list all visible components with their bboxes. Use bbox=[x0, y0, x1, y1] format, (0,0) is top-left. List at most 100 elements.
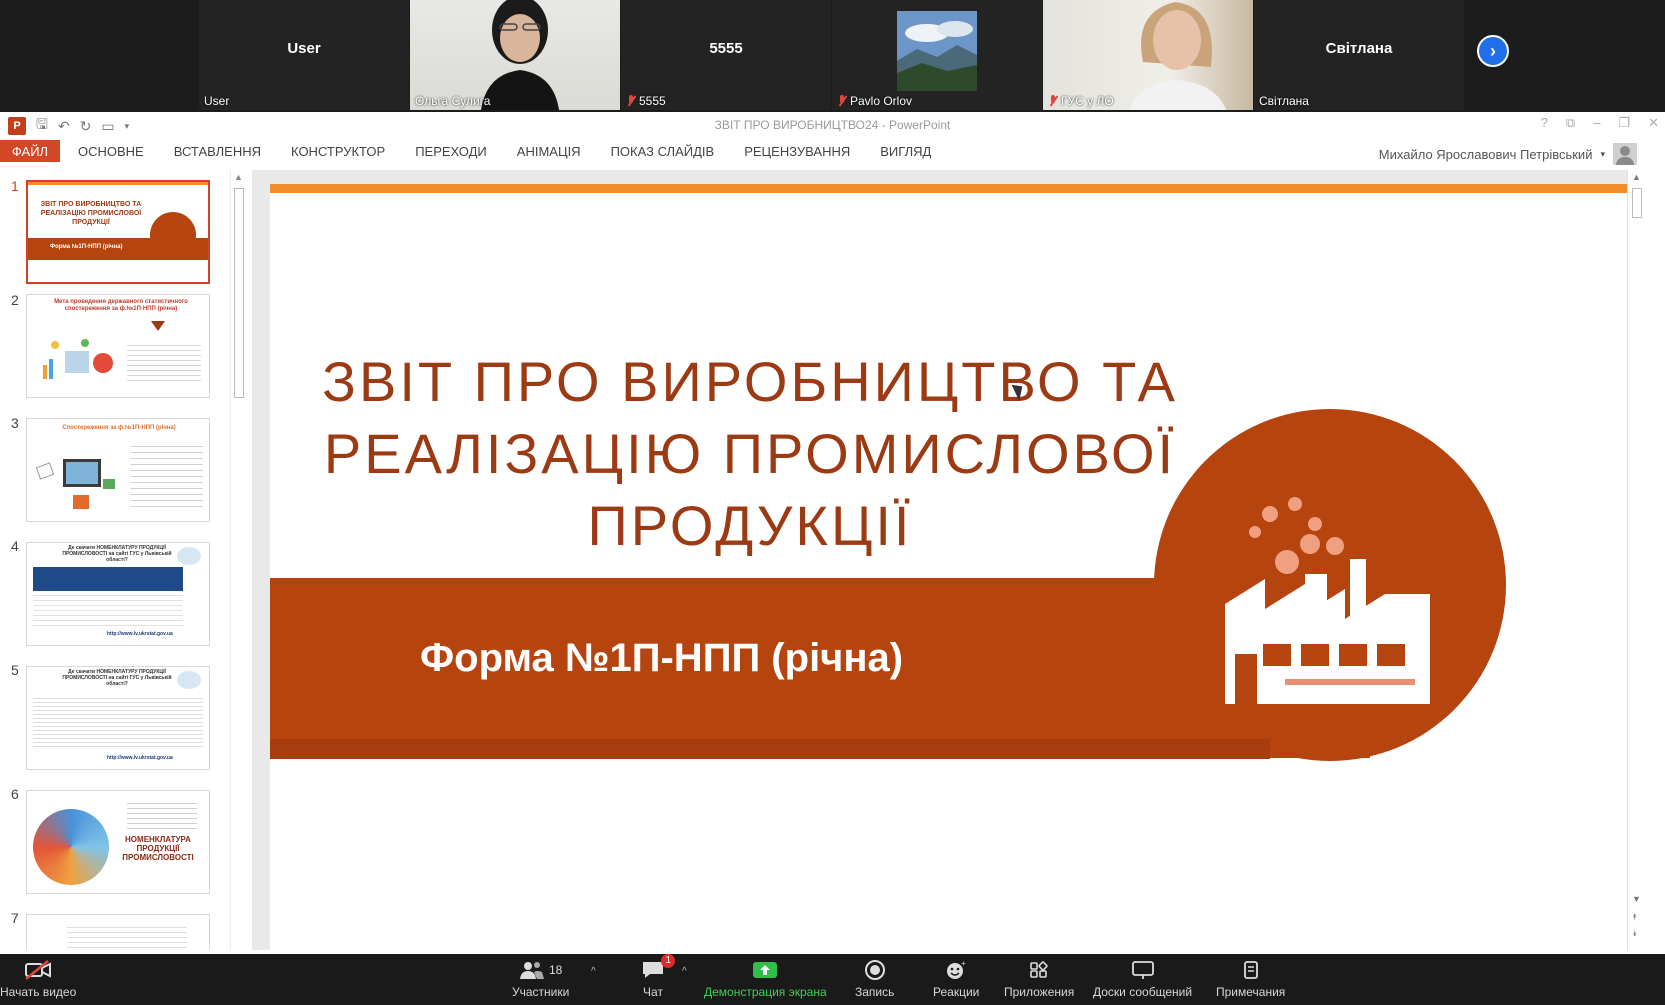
participants-button[interactable]: 18 Участники bbox=[512, 960, 569, 999]
slide-title-line-3: ПРОДУКЦІЇ bbox=[587, 494, 913, 557]
record-button[interactable]: Запись bbox=[855, 960, 894, 999]
thumbnail-slide-4[interactable]: Де скачати НОМЕНКЛАТУРУ ПРОДУКЦІЇ ПРОМИС… bbox=[26, 542, 210, 646]
participant-label-text: User bbox=[204, 94, 230, 108]
share-screen-button[interactable]: Демонстрация экрана bbox=[704, 960, 827, 999]
participant-label-text: Ольга Сулига bbox=[415, 94, 491, 108]
powerpoint-window: P 🖫 ↶ ↻ ▭ ▾ ЗВІТ ПРО ВИРОБНИЦТВО24 - Pow… bbox=[0, 112, 1665, 954]
chevron-right-icon[interactable]: › bbox=[1477, 35, 1509, 67]
scroll-down-icon[interactable]: ▼ bbox=[1632, 894, 1641, 904]
thumbnail-number: 6 bbox=[11, 786, 19, 802]
participant-label-text: Pavlo Orlov bbox=[850, 94, 913, 108]
ribbon-display-icon[interactable]: ⧉ bbox=[1566, 115, 1575, 131]
chevron-up-icon[interactable]: ^ bbox=[591, 966, 596, 977]
thumbnail-title: Мета проведення державного статистичного… bbox=[54, 299, 188, 312]
participant-name-center: Світлана bbox=[1325, 40, 1393, 57]
help-icon[interactable]: ? bbox=[1541, 115, 1548, 131]
thumbnail-slide-5[interactable]: Де скачати НОМЕНКЛАТУРУ ПРОДУКЦІЇ ПРОМИС… bbox=[26, 666, 210, 770]
thumbnail-accent bbox=[28, 182, 208, 185]
chevron-down-icon: ▾ bbox=[1600, 148, 1605, 159]
whiteboard-icon bbox=[1131, 960, 1155, 980]
next-slide-icon[interactable]: ⯯ bbox=[1632, 928, 1637, 939]
participant-tile-olga[interactable]: Ольга Сулига bbox=[410, 0, 620, 110]
avatar bbox=[1613, 143, 1637, 165]
participant-label: User bbox=[204, 94, 229, 108]
notes-label: Примечания bbox=[1216, 985, 1286, 999]
person-video-image bbox=[1129, 2, 1226, 110]
scroll-up-icon[interactable]: ▲ bbox=[234, 172, 243, 182]
previous-slide-icon[interactable]: ⯭ bbox=[1632, 912, 1637, 923]
tab-design[interactable]: КОНСТРУКТОР bbox=[291, 144, 385, 159]
chat-button[interactable]: 1 Чат bbox=[641, 954, 675, 999]
minimize-icon[interactable]: – bbox=[1593, 115, 1600, 131]
account-area[interactable]: Михайло Ярославович Петрівський ▾ bbox=[1379, 143, 1637, 165]
slide-band-shadow bbox=[270, 739, 1270, 759]
restore-icon[interactable]: ❐ bbox=[1618, 115, 1630, 131]
participant-label: 5555 bbox=[626, 94, 666, 108]
participant-tile-svitlana[interactable]: Світлана Світлана bbox=[1254, 0, 1464, 110]
thumbnail-slide-7[interactable] bbox=[26, 914, 210, 950]
participant-tile-5555[interactable]: 5555 5555 bbox=[621, 0, 831, 110]
thumbnail-slide-1[interactable]: ЗВІТ ПРО ВИРОБНИЦТВО ТА РЕАЛІЗАЦІЮ ПРОМИ… bbox=[26, 180, 210, 284]
thumbnail-number: 7 bbox=[11, 910, 19, 926]
tab-review[interactable]: РЕЦЕНЗУВАННЯ bbox=[744, 144, 850, 159]
close-icon[interactable]: ✕ bbox=[1648, 115, 1659, 131]
thumbnail-scrollbar[interactable]: ▲ bbox=[230, 170, 246, 950]
participant-label-text: Світлана bbox=[1259, 94, 1309, 108]
thumbnail-title: НОМЕНКЛАТУРА ПРОДУКЦІЇ ПРОМИСЛОВОСТІ bbox=[122, 835, 194, 862]
participant-name-center: User bbox=[287, 40, 321, 57]
editor-scrollbar[interactable]: ▲ ▼ ⯭ ⯯ bbox=[1627, 170, 1645, 950]
tab-view[interactable]: ВИГЛЯД bbox=[880, 144, 931, 159]
record-icon bbox=[864, 960, 886, 980]
muted-mic-icon bbox=[1048, 95, 1058, 107]
workspace-illustration bbox=[35, 459, 115, 509]
participant-tile-user[interactable]: User User bbox=[199, 0, 409, 110]
thumbnail-url: http://www.lv.ukrstat.gov.ua bbox=[107, 755, 173, 761]
participant-label: Світлана bbox=[1259, 94, 1309, 108]
thumbnail-subtitle: Форма №1П-НПП (річна) bbox=[50, 244, 123, 250]
current-slide[interactable]: ЗВІТ ПРО ВИРОБНИЦТВО ТА РЕАЛІЗАЦІЮ ПРОМИ… bbox=[270, 184, 1632, 950]
participant-name-center: 5555 bbox=[709, 40, 743, 57]
start-video-button[interactable]: Начать видео bbox=[0, 960, 76, 999]
meeting-toolbar: Начать видео 18 Участники ^ 1 Чат ^ Демо… bbox=[0, 954, 1665, 1005]
notes-icon bbox=[1241, 960, 1261, 980]
thumbnail-slide-3[interactable]: Спостереження за ф.№1П-НПП (річна) bbox=[26, 418, 210, 522]
slide-title: ЗВІТ ПРО ВИРОБНИЦТВО ТА РЕАЛІЗАЦІЮ ПРОМИ… bbox=[310, 346, 1190, 562]
text-lines bbox=[67, 923, 187, 950]
thumbnail-number: 4 bbox=[11, 538, 19, 554]
thumbnail-url: http://www.lv.ukrstat.gov.ua bbox=[107, 631, 173, 637]
thumbnail-title: Де скачати НОМЕНКЛАТУРУ ПРОДУКЦІЇ ПРОМИС… bbox=[62, 669, 172, 687]
participants-label: Участники bbox=[512, 985, 570, 999]
slide-editor: ЗВІТ ПРО ВИРОБНИЦТВО ТА РЕАЛІЗАЦІЮ ПРОМИ… bbox=[252, 170, 1645, 950]
thumbnail-slide-2[interactable]: Мета проведення державного статистичного… bbox=[26, 294, 210, 398]
apps-label: Приложения bbox=[1004, 985, 1075, 999]
reactions-button[interactable]: + Реакции bbox=[933, 960, 979, 999]
tab-home[interactable]: ОСНОВНЕ bbox=[78, 144, 144, 159]
notes-button[interactable]: Примечания bbox=[1216, 960, 1285, 999]
text-lines bbox=[127, 799, 197, 829]
text-lines bbox=[131, 441, 203, 509]
participant-tile-pavlo[interactable]: Pavlo Orlov bbox=[832, 0, 1042, 110]
slide-accent-bar bbox=[270, 184, 1632, 193]
window-title: ЗВІТ ПРО ВИРОБНИЦТВО24 - PowerPoint bbox=[714, 118, 951, 132]
whiteboards-button[interactable]: Доски сообщений bbox=[1093, 960, 1192, 999]
infographic-image bbox=[43, 339, 113, 379]
window-controls: ? ⧉ – ❐ ✕ bbox=[1541, 115, 1659, 131]
tab-slideshow[interactable]: ПОКАЗ СЛАЙДІВ bbox=[611, 144, 715, 159]
scroll-up-icon[interactable]: ▲ bbox=[1632, 172, 1641, 182]
tab-animations[interactable]: АНІМАЦІЯ bbox=[517, 144, 581, 159]
apps-icon bbox=[1028, 960, 1050, 980]
chat-unread-badge: 1 bbox=[661, 954, 675, 968]
apps-button[interactable]: Приложения bbox=[1004, 960, 1074, 999]
chevron-up-icon[interactable]: ^ bbox=[682, 966, 687, 977]
participants-icon: 18 bbox=[519, 960, 562, 980]
reactions-label: Реакции bbox=[933, 985, 980, 999]
tab-insert[interactable]: ВСТАВЛЕННЯ bbox=[174, 144, 261, 159]
scrollbar-thumb[interactable] bbox=[1632, 188, 1642, 218]
scrollbar-thumb[interactable] bbox=[234, 188, 244, 398]
participant-tile-gus[interactable]: ГУС у ЛО bbox=[1043, 0, 1253, 110]
thumbnail-slide-6[interactable]: НОМЕНКЛАТУРА ПРОДУКЦІЇ ПРОМИСЛОВОСТІ bbox=[26, 790, 210, 894]
avatar-landscape-image bbox=[897, 11, 977, 91]
tab-file[interactable]: ФАЙЛ bbox=[0, 140, 60, 162]
tab-transitions[interactable]: ПЕРЕХОДИ bbox=[415, 144, 487, 159]
video-off-icon bbox=[24, 960, 52, 980]
